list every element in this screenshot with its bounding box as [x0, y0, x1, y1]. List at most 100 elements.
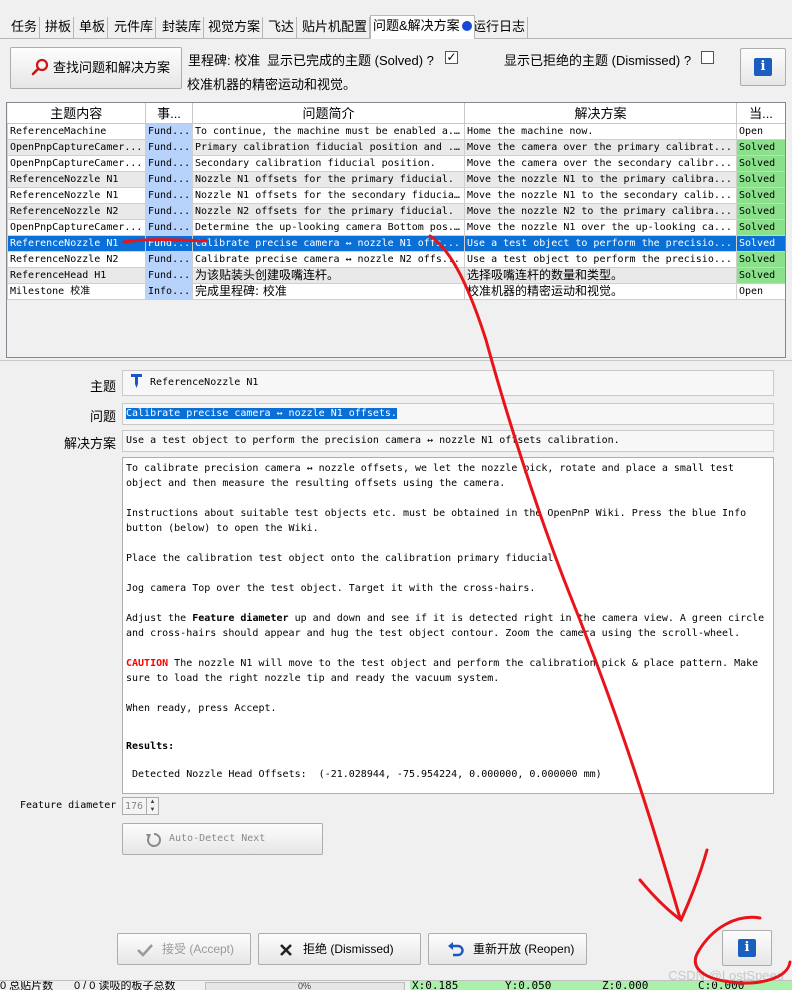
- cell-state: Solved: [736, 234, 785, 252]
- cell-issue: Nozzle N2 offsets for the primary fiduci…: [192, 202, 465, 220]
- desc-paragraph: Place the calibration test object onto t…: [126, 553, 560, 564]
- tab-parts[interactable]: 元件库: [112, 17, 157, 38]
- cell-state: Solved: [736, 266, 785, 284]
- cell-solution: 校准机器的精密运动和视觉。: [464, 282, 737, 300]
- table-row[interactable]: ReferenceHead H1 Fund... 为该贴装头创建吸嘴连杆。 选择吸嘴连…: [7, 266, 785, 284]
- milestone-description: 校准机器的精密运动和视觉。: [187, 77, 357, 92]
- tab-issues-solutions-label: 问题&解决方案: [373, 18, 460, 33]
- feature-diameter-label: Feature diameter: [20, 800, 117, 811]
- cell-state: Solved: [736, 218, 785, 236]
- tab-packages[interactable]: 封装库: [160, 17, 205, 38]
- find-issues-button[interactable]: 查找问题和解决方案: [10, 47, 182, 89]
- cell-cat: Fund...: [145, 234, 193, 252]
- cell-solution: Home the machine now.: [464, 122, 737, 140]
- table-row[interactable]: ReferenceNozzle N1 Fund... Calibrate preci…: [7, 234, 785, 252]
- feature-diameter-spinner[interactable]: 176 ▲ ▼: [122, 797, 159, 815]
- tab-panels[interactable]: 拼板: [43, 17, 75, 38]
- show-dismissed-checkbox[interactable]: [701, 51, 714, 64]
- cell-state: Solved: [736, 186, 785, 204]
- table-row[interactable]: ReferenceNozzle N2 Fund... Calibrate preci…: [7, 250, 785, 268]
- tab-bar: 任务 拼板 单板 元件库 封装库 视觉方案 飞达 贴片机配置 问题&解决方案 运…: [0, 0, 792, 39]
- cell-issue: 为该贴装头创建吸嘴连杆。: [192, 266, 465, 284]
- reopen-button[interactable]: 重新开放 (Reopen): [428, 933, 587, 965]
- feature-diameter-value: 176: [125, 801, 144, 812]
- cell-subject: OpenPnpCaptureCamer...: [7, 138, 146, 156]
- cell-subject: ReferenceNozzle N1: [7, 170, 146, 188]
- cell-subject: ReferenceMachine: [7, 122, 146, 140]
- description-pane[interactable]: To calibrate precision camera ↔ nozzle o…: [122, 457, 774, 794]
- info-icon: i: [738, 939, 756, 957]
- accept-button[interactable]: 接受 (Accept): [117, 933, 251, 965]
- column-state[interactable]: 当...: [736, 103, 785, 124]
- table-row[interactable]: ReferenceNozzle N1 Fund... Nozzle N1 offse…: [7, 186, 785, 204]
- watermark: CSDN @LostSpeed: [668, 968, 784, 983]
- table-row[interactable]: OpenPnpCaptureCamer... Fund... Secondary c…: [7, 154, 785, 172]
- desc-paragraph: CAUTION The nozzle N1 will move to the t…: [126, 658, 765, 684]
- cell-cat: Fund...: [145, 218, 193, 236]
- column-solution[interactable]: 解决方案: [464, 103, 737, 124]
- info-button-top[interactable]: i: [740, 48, 786, 86]
- cell-state: Solved: [736, 170, 785, 188]
- cell-subject: ReferenceNozzle N2: [7, 202, 146, 220]
- cell-state: Solved: [736, 250, 785, 268]
- progress-text: 0%: [298, 981, 312, 990]
- tab-machine-setup[interactable]: 贴片机配置: [300, 17, 371, 38]
- dismiss-button[interactable]: 拒绝 (Dismissed): [258, 933, 421, 965]
- cell-state: Solved: [736, 138, 785, 156]
- results-label: Results:: [126, 741, 175, 752]
- cell-solution: Move the nozzle N1 to the secondary cali…: [464, 186, 737, 204]
- column-category[interactable]: 事...: [145, 103, 193, 124]
- table-row[interactable]: ReferenceMachine Fund... To continue, the …: [7, 122, 785, 140]
- desc-paragraph: Jog camera Top over the test object. Tar…: [126, 583, 536, 594]
- cell-cat: Fund...: [145, 186, 193, 204]
- table-row[interactable]: ReferenceNozzle N1 Fund... Nozzle N1 offse…: [7, 170, 785, 188]
- issue-label: 问题: [89, 409, 116, 424]
- cell-issue: To continue, the machine must be enabled…: [192, 122, 465, 140]
- tab-vision[interactable]: 视觉方案: [206, 17, 264, 38]
- table-row[interactable]: ReferenceNozzle N2 Fund... Nozzle N2 offse…: [7, 202, 785, 220]
- info-button-bottom[interactable]: i: [722, 930, 772, 966]
- auto-detect-button[interactable]: Auto-Detect Next: [122, 823, 323, 855]
- cell-subject: ReferenceNozzle N1: [7, 186, 146, 204]
- subject-value: ReferenceNozzle N1: [150, 377, 259, 388]
- cell-solution: Move the nozzle N2 to the primary calibr…: [464, 202, 737, 220]
- issue-field[interactable]: Calibrate precise camera ↔ nozzle N1 off…: [122, 403, 774, 425]
- cell-subject: ReferenceHead H1: [7, 266, 146, 284]
- table-header: 主题内容 事... 问题简介 解决方案 当...: [7, 103, 785, 124]
- caution-label: CAUTION: [126, 658, 169, 669]
- refresh-icon: [146, 833, 161, 847]
- auto-detect-label: Auto-Detect Next: [169, 833, 266, 844]
- cell-state: Open: [736, 122, 785, 140]
- solution-field[interactable]: Use a test object to perform the precisi…: [122, 430, 774, 452]
- show-solved-checkbox[interactable]: ✓: [445, 51, 458, 64]
- cell-solution: Use a test object to perform the precisi…: [464, 234, 737, 252]
- tab-jobs[interactable]: 任务: [9, 17, 41, 38]
- tab-log[interactable]: 运行日志: [471, 17, 529, 38]
- cell-cat: Fund...: [145, 266, 193, 284]
- column-issue[interactable]: 问题简介: [192, 103, 465, 124]
- tab-feeders[interactable]: 飞达: [266, 17, 298, 38]
- table-row[interactable]: Milestone 校准 Info... 完成里程碑: 校准 校准机器的精密运动和视觉…: [7, 282, 785, 300]
- cell-solution: Move the nozzle N1 over the up-looking c…: [464, 218, 737, 236]
- desc-paragraph: To calibrate precision camera ↔ nozzle o…: [126, 463, 741, 489]
- cell-subject: ReferenceNozzle N1: [7, 234, 146, 252]
- spinner-arrows-icon[interactable]: ▲ ▼: [146, 798, 158, 814]
- cell-cat: Fund...: [145, 138, 193, 156]
- cell-state: Open: [736, 282, 785, 300]
- solution-value: Use a test object to perform the precisi…: [126, 435, 620, 446]
- cell-issue: 完成里程碑: 校准: [192, 282, 465, 300]
- cell-solution: Move the nozzle N1 to the primary calibr…: [464, 170, 737, 188]
- tab-boards[interactable]: 单板: [77, 17, 109, 38]
- status-board-count: 0 / 0 读吸的板子总数: [74, 980, 176, 990]
- issues-solutions-window: 任务 拼板 单板 元件库 封装库 视觉方案 飞达 贴片机配置 问题&解决方案 运…: [0, 0, 792, 990]
- tab-issues-solutions[interactable]: 问题&解决方案: [370, 15, 475, 39]
- subject-label: 主题: [89, 379, 116, 394]
- split-divider[interactable]: [0, 360, 792, 363]
- column-subject[interactable]: 主题内容: [7, 103, 146, 124]
- cell-issue: Nozzle N1 offsets for the primary fiduci…: [192, 170, 465, 188]
- table-row[interactable]: OpenPnpCaptureCamer... Fund... Primary cal…: [7, 138, 785, 156]
- cell-subject: Milestone 校准: [7, 282, 146, 300]
- table-row[interactable]: OpenPnpCaptureCamer... Fund... Determine t…: [7, 218, 785, 236]
- desc-paragraph: Instructions about suitable test objects…: [126, 508, 753, 534]
- issues-table[interactable]: 主题内容 事... 问题简介 解决方案 当... ReferenceMachin…: [6, 102, 786, 358]
